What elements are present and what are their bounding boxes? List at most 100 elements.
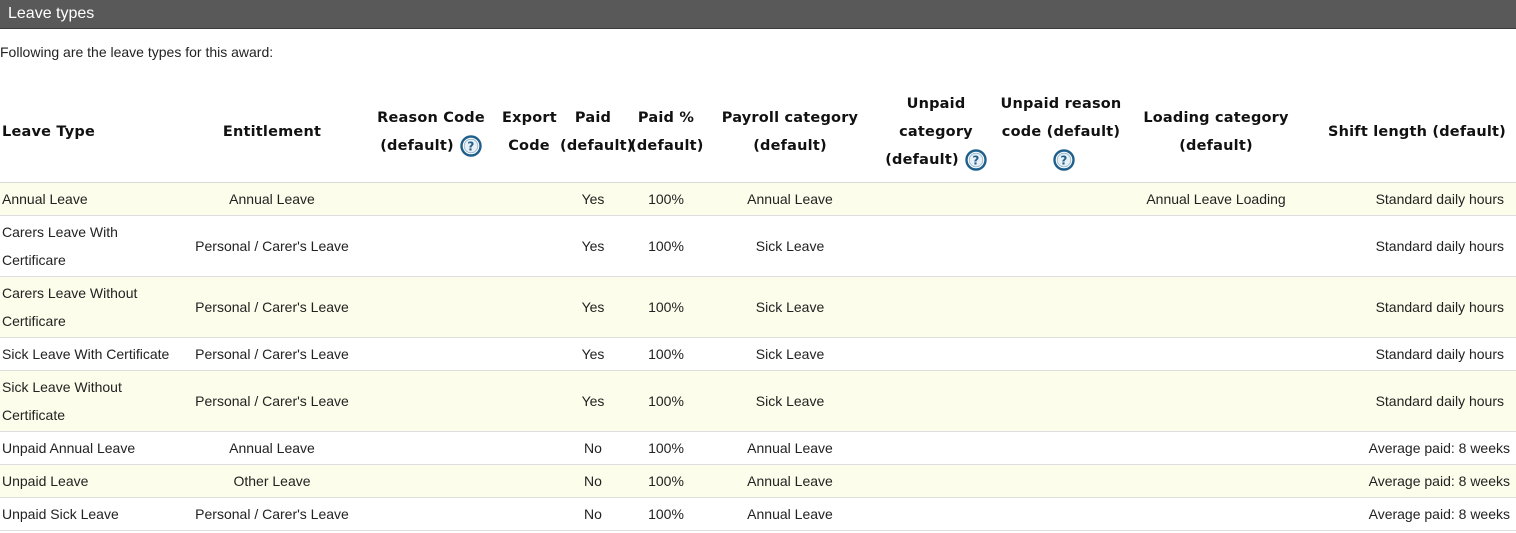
cell-paid-pct: 100% [628, 182, 704, 216]
cell-loading-category [1126, 431, 1306, 465]
cell-payroll-category: Annual Leave [704, 464, 876, 498]
table-row[interactable]: Unpaid Sick Leave Personal / Carer's Lea… [0, 497, 1516, 531]
cell-leave-type: Carers Leave With Certificare [0, 215, 182, 277]
cell-paid: Yes [558, 215, 628, 277]
cell-leave-type: Annual Leave [0, 182, 182, 216]
svg-text:?: ? [1060, 153, 1067, 167]
cell-unpaid-reason-code [996, 215, 1126, 277]
cell-unpaid-category [876, 337, 996, 371]
cell-reason-code [362, 431, 500, 465]
cell-leave-type: Unpaid Sick Leave [0, 497, 182, 531]
help-icon[interactable]: ? [460, 134, 482, 157]
cell-loading-category [1126, 215, 1306, 277]
cell-shift-length: Standard daily hours [1306, 337, 1516, 371]
cell-unpaid-reason-code [996, 337, 1126, 371]
col-unpaid-category: Unpaid category (default)? [876, 81, 996, 183]
cell-unpaid-category [876, 370, 996, 432]
cell-loading-category [1126, 337, 1306, 371]
cell-leave-type: Unpaid Leave [0, 464, 182, 498]
cell-loading-category [1126, 464, 1306, 498]
cell-reason-code [362, 182, 500, 216]
cell-payroll-category: Sick Leave [704, 215, 876, 277]
cell-entitlement: Personal / Carer's Leave [182, 497, 362, 531]
col-shift-length: Shift length (default) [1306, 81, 1516, 183]
col-unpaid-reason-code-label: Unpaid reason code (default) [1000, 95, 1122, 140]
cell-shift-length: Standard daily hours [1306, 215, 1516, 277]
cell-loading-category [1126, 370, 1306, 432]
col-loading-category: Loading category (default) [1126, 81, 1306, 183]
cell-leave-type: Sick Leave With Certificate [0, 337, 182, 371]
cell-payroll-category: Annual Leave [704, 182, 876, 216]
cell-entitlement: Personal / Carer's Leave [182, 215, 362, 277]
cell-shift-length: Average paid: 8 weeks [1306, 431, 1516, 465]
cell-payroll-category: Sick Leave [704, 337, 876, 371]
col-unpaid-reason-code: Unpaid reason code (default)? [996, 81, 1126, 183]
cell-payroll-category: Annual Leave [704, 497, 876, 531]
help-icon[interactable]: ? [965, 148, 987, 171]
cell-unpaid-reason-code [996, 497, 1126, 531]
col-entitlement: Entitlement [182, 81, 362, 183]
table-row[interactable]: Sick Leave Without Certificate Personal … [0, 370, 1516, 432]
cell-reason-code [362, 215, 500, 277]
col-leave-type: Leave Type [0, 81, 182, 183]
cell-payroll-category: Annual Leave [704, 431, 876, 465]
cell-entitlement: Personal / Carer's Leave [182, 370, 362, 432]
cell-leave-type: Sick Leave Without Certificate [0, 370, 182, 432]
cell-entitlement: Annual Leave [182, 431, 362, 465]
cell-reason-code [362, 370, 500, 432]
cell-unpaid-reason-code [996, 276, 1126, 338]
cell-payroll-category: Sick Leave [704, 276, 876, 338]
cell-loading-category: Annual Leave Loading [1126, 182, 1306, 216]
cell-paid-pct: 100% [628, 337, 704, 371]
col-unpaid-category-label: Unpaid category (default) [885, 95, 973, 168]
cell-paid: Yes [558, 370, 628, 432]
cell-shift-length: Average paid: 8 weeks [1306, 497, 1516, 531]
cell-paid: Yes [558, 276, 628, 338]
table-row[interactable]: Unpaid Annual Leave Annual Leave No 100%… [0, 431, 1516, 465]
cell-shift-length: Standard daily hours [1306, 370, 1516, 432]
cell-unpaid-reason-code [996, 431, 1126, 465]
cell-reason-code [362, 337, 500, 371]
cell-leave-type: Carers Leave Without Certificare [0, 276, 182, 338]
table-row[interactable]: Carers Leave With Certificare Personal /… [0, 215, 1516, 277]
table-row[interactable]: Sick Leave With Certificate Personal / C… [0, 337, 1516, 371]
table-row[interactable]: Annual Leave Annual Leave Yes 100% Annua… [0, 182, 1516, 216]
cell-shift-length: Standard daily hours [1306, 276, 1516, 338]
intro-text: Following are the leave types for this a… [0, 44, 274, 60]
cell-paid: No [558, 497, 628, 531]
cell-unpaid-category [876, 182, 996, 216]
cell-loading-category [1126, 497, 1306, 531]
cell-unpaid-reason-code [996, 370, 1126, 432]
cell-export-code [500, 464, 558, 498]
cell-unpaid-reason-code [996, 464, 1126, 498]
svg-text:?: ? [467, 139, 474, 153]
table-row[interactable]: Carers Leave Without Certificare Persona… [0, 276, 1516, 338]
cell-export-code [500, 370, 558, 432]
section-title-bar: Leave types [0, 0, 1516, 29]
cell-export-code [500, 215, 558, 277]
col-reason-code: Reason Code (default)? [362, 81, 500, 183]
cell-paid-pct: 100% [628, 497, 704, 531]
col-paid-pct: Paid % (default) [628, 81, 704, 183]
cell-unpaid-category [876, 431, 996, 465]
cell-export-code [500, 276, 558, 338]
cell-paid-pct: 100% [628, 215, 704, 277]
cell-unpaid-category [876, 215, 996, 277]
cell-paid-pct: 100% [628, 276, 704, 338]
col-export-code: Export Code [500, 81, 558, 183]
cell-leave-type: Unpaid Annual Leave [0, 431, 182, 465]
leave-types-table: Leave Type Entitlement Reason Code (defa… [0, 81, 1516, 531]
cell-export-code [500, 431, 558, 465]
cell-shift-length: Average paid: 8 weeks [1306, 464, 1516, 498]
cell-reason-code [362, 276, 500, 338]
help-icon[interactable]: ? [1053, 148, 1075, 171]
cell-reason-code [362, 497, 500, 531]
table-row[interactable]: Unpaid Leave Other Leave No 100% Annual … [0, 464, 1516, 498]
cell-reason-code [362, 464, 500, 498]
col-payroll-category: Payroll category (default) [704, 81, 876, 183]
cell-paid: Yes [558, 337, 628, 371]
svg-text:?: ? [972, 153, 979, 167]
cell-entitlement: Other Leave [182, 464, 362, 498]
cell-entitlement: Personal / Carer's Leave [182, 337, 362, 371]
cell-export-code [500, 337, 558, 371]
